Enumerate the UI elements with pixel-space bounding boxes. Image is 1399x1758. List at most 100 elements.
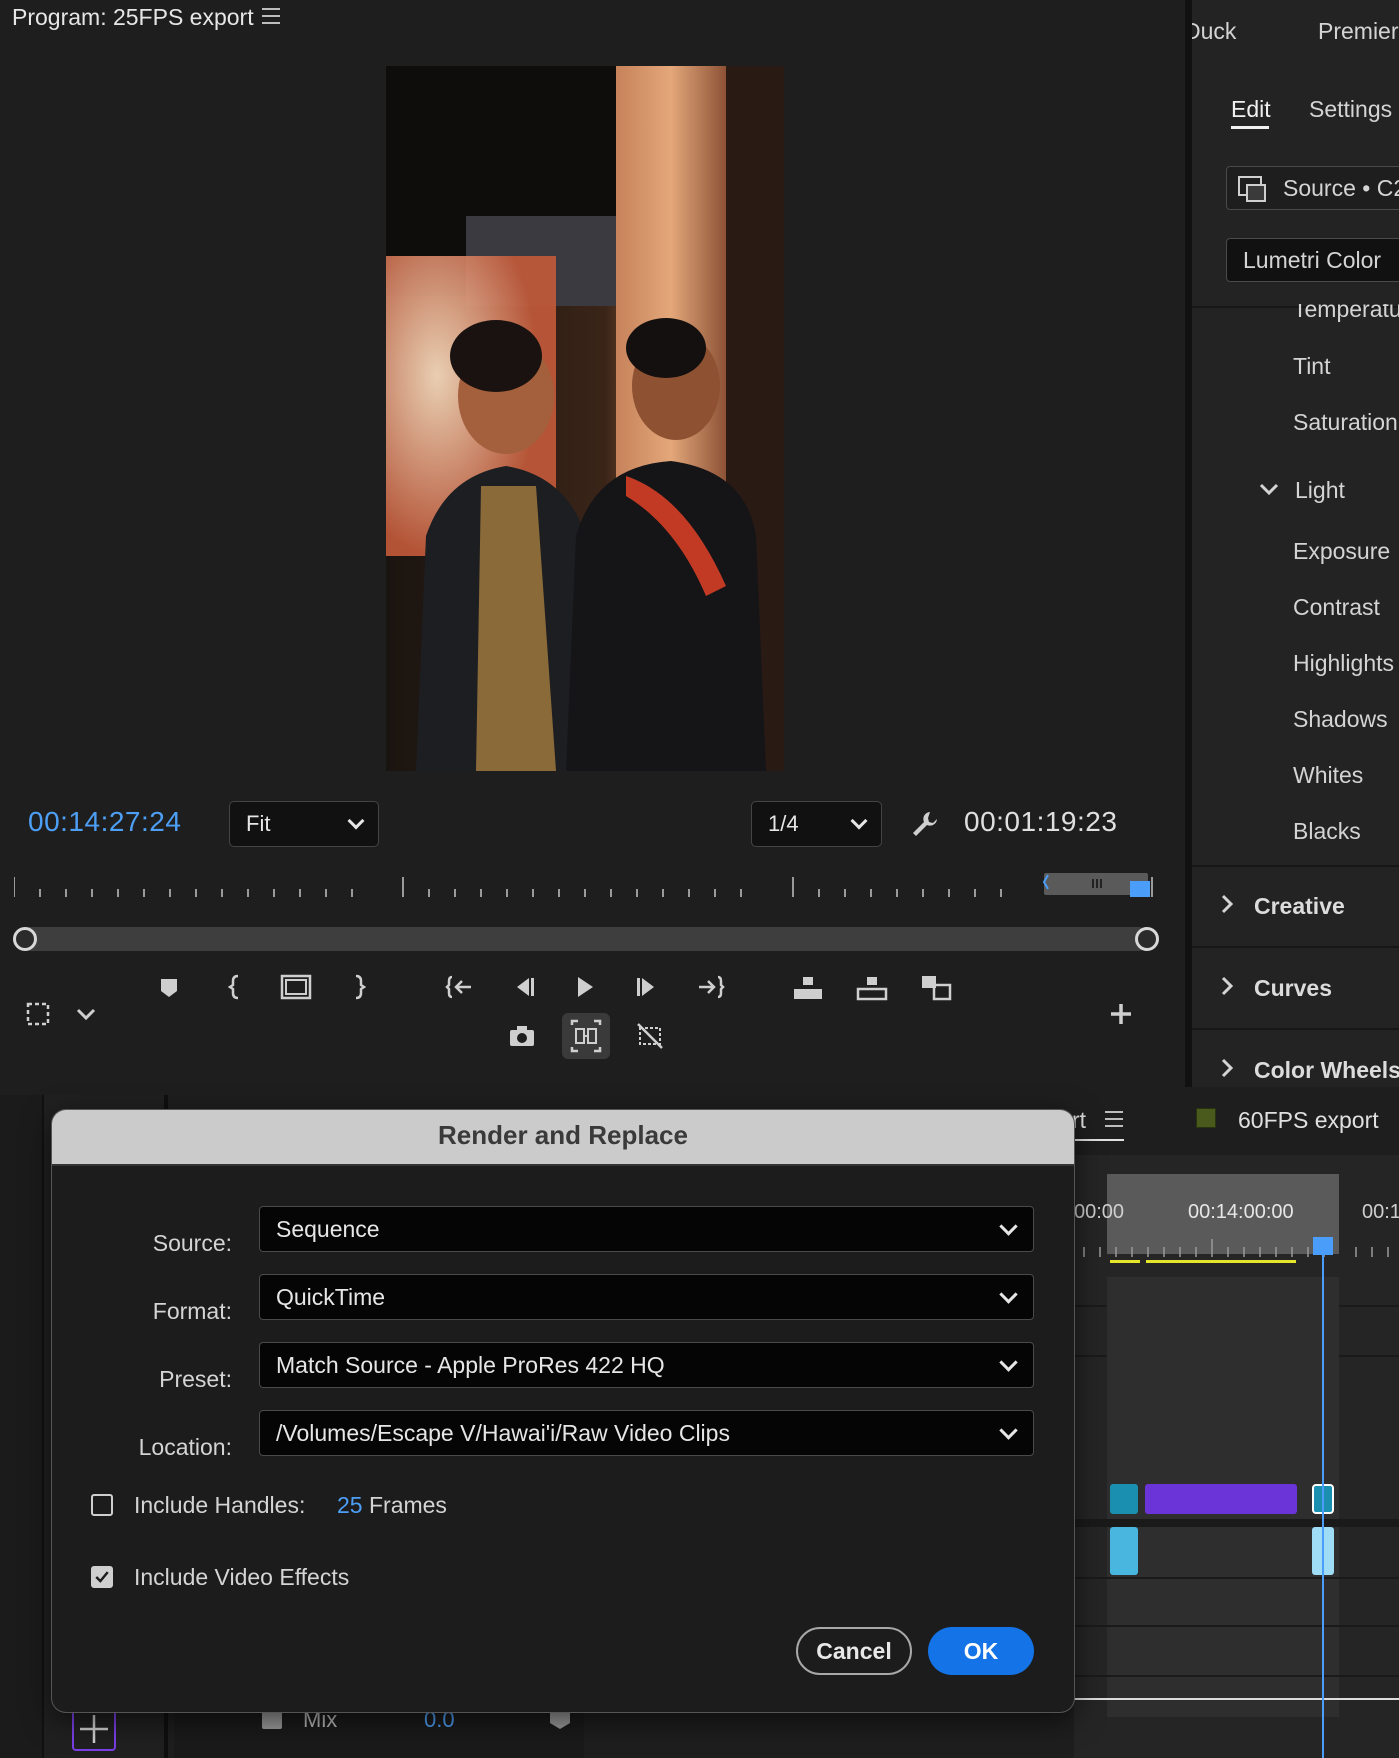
preset-select[interactable]: Match Source - Apple ProRes 422 HQ (259, 1342, 1034, 1388)
go-to-out-icon[interactable] (693, 969, 729, 1005)
video-clip[interactable] (1110, 1484, 1138, 1514)
lift-icon[interactable] (790, 969, 826, 1005)
lock-icon[interactable] (262, 1711, 282, 1729)
audio-clip[interactable] (1110, 1527, 1138, 1575)
chevron-down-icon (999, 1216, 1018, 1236)
chevron-down-icon[interactable] (1258, 478, 1280, 500)
monitor-playhead[interactable] (1130, 881, 1150, 897)
extract-icon[interactable] (854, 969, 890, 1005)
current-timecode[interactable]: 00:14:27:24 (28, 806, 181, 838)
workspace-tab-duck[interactable]: Duck (1192, 18, 1236, 45)
safe-margins-icon[interactable] (20, 996, 56, 1032)
source-label: Source: (152, 1230, 232, 1256)
ok-button[interactable]: OK (928, 1627, 1034, 1675)
export-frame-compare-icon[interactable] (918, 969, 954, 1005)
track-divider (1074, 1519, 1399, 1527)
tools-panel (0, 1095, 44, 1758)
video-clip[interactable] (1145, 1484, 1297, 1514)
timeline-ruler-ticks[interactable] (1074, 1237, 1399, 1257)
chevron-right-icon[interactable] (1216, 975, 1238, 997)
section-light[interactable]: Light (1295, 477, 1345, 504)
tab-settings[interactable]: Settings (1309, 96, 1392, 123)
zoom-select[interactable]: Fit (229, 801, 379, 847)
handles-frames-field[interactable]: 25 Frames (337, 1492, 447, 1519)
track-target-button[interactable] (72, 1707, 116, 1751)
section-curves[interactable]: Curves (1254, 975, 1332, 1002)
play-icon[interactable] (566, 969, 602, 1005)
handles-unit: Frames (368, 1492, 447, 1518)
param-blacks[interactable]: Blacks (1293, 818, 1361, 845)
resolution-select[interactable]: 1/4 (751, 801, 882, 847)
monitor-time-ruler[interactable] (14, 873, 1154, 899)
safe-frame-icon[interactable] (278, 969, 314, 1005)
workspace-tab-premiere[interactable]: Premiere (1318, 18, 1399, 45)
param-tint[interactable]: Tint (1293, 353, 1331, 380)
wrench-icon[interactable] (906, 806, 942, 842)
chevron-right-icon[interactable] (1216, 893, 1238, 915)
handles-number[interactable]: 25 (337, 1492, 363, 1518)
panel-title[interactable]: Program: 25FPS export (12, 4, 254, 31)
dialog-title: Render and Replace (438, 1120, 688, 1150)
panel-divider[interactable] (1185, 0, 1192, 1087)
camera-icon[interactable] (504, 1018, 540, 1054)
chevron-down-icon[interactable] (68, 996, 104, 1032)
section-creative[interactable]: Creative (1254, 893, 1345, 920)
param-saturation[interactable]: Saturation (1293, 409, 1398, 436)
param-whites[interactable]: Whites (1293, 762, 1363, 789)
divider (1192, 865, 1399, 867)
param-exposure[interactable]: Exposure (1293, 538, 1390, 565)
include-video-effects-checkbox[interactable] (91, 1566, 113, 1588)
divider (1192, 1028, 1399, 1030)
chevron-right-icon[interactable] (1216, 1057, 1238, 1079)
format-select-value: QuickTime (276, 1283, 386, 1310)
sequence-color-swatch (1196, 1108, 1216, 1128)
cancel-button[interactable]: Cancel (796, 1627, 912, 1675)
format-select[interactable]: QuickTime (259, 1274, 1034, 1320)
timeline-menu-icon[interactable] (1105, 1111, 1123, 1127)
param-temperature[interactable]: Temperature (1293, 304, 1399, 323)
panel-menu-icon[interactable] (262, 8, 280, 24)
step-forward-icon[interactable] (630, 969, 666, 1005)
location-select-value: /Volumes/Escape V/Hawai'i/Raw Video Clip… (276, 1419, 730, 1446)
include-handles-label: Include Handles: (134, 1492, 306, 1518)
param-contrast[interactable]: Contrast (1293, 594, 1380, 621)
section-color-wheels[interactable]: Color Wheels & (1254, 1057, 1399, 1084)
mark-in-icon[interactable] (218, 969, 254, 1005)
timeline-playhead-handle[interactable] (1313, 1237, 1333, 1255)
scroll-handle-left[interactable] (13, 927, 37, 951)
add-marker-icon[interactable] (151, 969, 187, 1005)
render-bar (1110, 1260, 1140, 1263)
source-select[interactable]: Source • C20 (1226, 166, 1399, 210)
proxy-icon (570, 1019, 602, 1053)
proxy-toggle-button[interactable] (562, 1013, 610, 1059)
mark-out-icon[interactable] (340, 969, 376, 1005)
step-back-icon[interactable] (505, 969, 541, 1005)
effect-select[interactable]: Lumetri Color (1226, 238, 1399, 282)
param-shadows[interactable]: Shadows (1293, 706, 1388, 733)
tab-underline (1070, 1139, 1124, 1141)
marker-icon[interactable] (548, 1709, 572, 1731)
zoom-scroll-bar[interactable] (14, 927, 1150, 951)
tab-edit[interactable]: Edit (1231, 96, 1271, 123)
checkmark-icon (95, 1571, 109, 1583)
include-video-effects-label: Include Video Effects (134, 1564, 350, 1590)
render-bar (1146, 1260, 1296, 1263)
source-select[interactable]: Sequence (259, 1206, 1034, 1252)
tab-60fps-export[interactable]: 60FPS export (1238, 1107, 1379, 1134)
comparison-view-icon[interactable] (632, 1018, 668, 1054)
location-select[interactable]: /Volumes/Escape V/Hawai'i/Raw Video Clip… (259, 1410, 1034, 1456)
timeline-playhead-line[interactable] (1322, 1255, 1324, 1758)
video-frame-image (386, 66, 784, 771)
duration-timecode: 00:01:19:23 (964, 806, 1118, 837)
tab-edit-underline (1231, 126, 1269, 129)
ruler-label-end: 00:1 (1362, 1201, 1399, 1223)
scroll-handle-right[interactable] (1135, 927, 1159, 951)
dialog-titlebar[interactable]: Render and Replace (52, 1110, 1074, 1166)
include-handles-checkbox[interactable] (91, 1494, 113, 1516)
add-button-icon[interactable] (1103, 996, 1139, 1032)
timeline-tab-partial[interactable]: rt (1072, 1107, 1086, 1134)
lumetri-panel: Duck Premiere Edit Settings Source • C20… (1192, 0, 1399, 1087)
param-highlights[interactable]: Highlights (1293, 650, 1394, 677)
source-select-value: Sequence (276, 1215, 380, 1242)
go-to-in-icon[interactable] (441, 969, 477, 1005)
